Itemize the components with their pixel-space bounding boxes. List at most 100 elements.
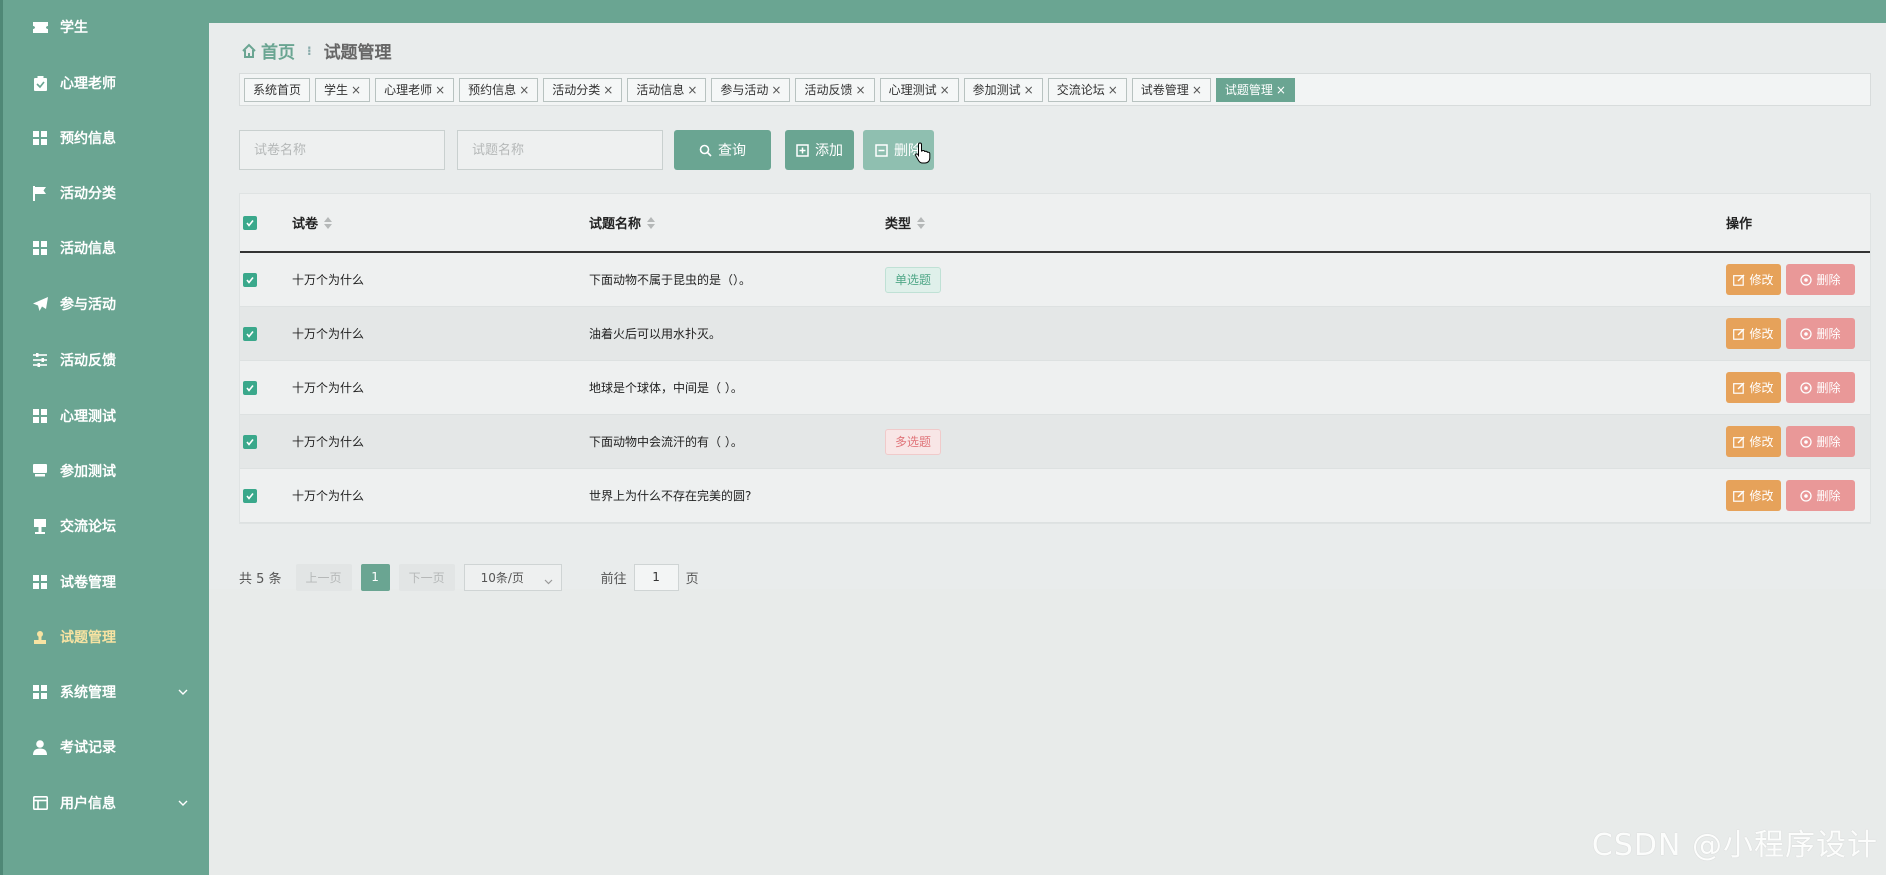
- tab-tag-5[interactable]: 活动信息 ×: [627, 77, 707, 102]
- delete-button-label: 删除: [1816, 273, 1841, 287]
- close-icon[interactable]: ×: [1108, 83, 1118, 97]
- close-icon[interactable]: ×: [856, 83, 866, 97]
- tab-tag-7[interactable]: 活动反馈 ×: [795, 77, 875, 102]
- tab-tag-2[interactable]: 心理老师 ×: [375, 77, 455, 102]
- close-icon[interactable]: ×: [940, 83, 950, 97]
- row-checkbox[interactable]: [243, 434, 257, 449]
- delete-button[interactable]: 删除: [1786, 426, 1855, 457]
- close-icon[interactable]: ×: [519, 83, 529, 97]
- close-icon[interactable]: ×: [351, 83, 361, 97]
- edit-icon: [1733, 274, 1745, 286]
- sidebar-item-0[interactable]: 学生: [0, 7, 209, 47]
- edit-button[interactable]: 修改: [1726, 264, 1781, 295]
- edit-button[interactable]: 修改: [1726, 372, 1781, 403]
- page-number-current[interactable]: 1: [360, 563, 390, 591]
- sort-icon[interactable]: [917, 216, 926, 229]
- sidebar-item-6[interactable]: 活动反馈: [0, 340, 209, 380]
- sidebar-item-1[interactable]: 心理老师: [0, 63, 209, 103]
- circle-close-icon: [1800, 327, 1813, 340]
- header-check-cell: [243, 194, 257, 251]
- tab-tag-label: 活动分类: [552, 83, 601, 97]
- tab-tag-3[interactable]: 预约信息 ×: [459, 77, 539, 102]
- tab-tag-label: 系统首页: [253, 83, 302, 97]
- close-icon[interactable]: ×: [771, 83, 781, 97]
- grid-icon: [32, 574, 48, 590]
- breadcrumb-home[interactable]: 首页: [261, 38, 295, 63]
- window-icon: [32, 795, 48, 811]
- sidebar-item-11[interactable]: 试题管理: [0, 617, 209, 657]
- cell-question: 油着火后可以用水扑灭。: [589, 327, 722, 341]
- edit-button[interactable]: 修改: [1726, 318, 1781, 349]
- tab-tag-0[interactable]: 系统首页: [244, 77, 311, 102]
- sidebar-item-14[interactable]: 用户信息: [0, 783, 209, 823]
- goto-suffix: 页: [685, 571, 699, 587]
- tab-tag-6[interactable]: 参与活动 ×: [711, 77, 791, 102]
- edit-button[interactable]: 修改: [1726, 426, 1781, 457]
- sidebar-item-13[interactable]: 考试记录: [0, 727, 209, 767]
- row-checkbox[interactable]: [243, 488, 257, 503]
- monitor-icon: [32, 463, 48, 479]
- tab-tag-10[interactable]: 交流论坛 ×: [1047, 77, 1127, 102]
- close-icon[interactable]: ×: [1024, 83, 1034, 97]
- tab-tag-12[interactable]: 试题管理 ×: [1215, 77, 1295, 102]
- sidebar-item-7[interactable]: 心理测试: [0, 396, 209, 436]
- prev-page-button[interactable]: 上一页: [295, 563, 352, 591]
- questions-table: 试卷 试题名称 类型 操作 十万个为什么 下面动物不属于昆虫的是（）。 单选题 修改删…: [239, 193, 1871, 524]
- close-icon[interactable]: ×: [603, 83, 613, 97]
- sidebar-item-3[interactable]: 活动分类: [0, 173, 209, 213]
- circle-close-icon: [1800, 435, 1813, 448]
- row-checkbox[interactable]: [243, 326, 257, 341]
- tab-tag-11[interactable]: 试卷管理 ×: [1131, 77, 1211, 102]
- goto-page: 前往 页: [601, 563, 699, 591]
- sidebar-item-10[interactable]: 试卷管理: [0, 562, 209, 602]
- circle-close-icon: [1800, 273, 1813, 286]
- delete-button[interactable]: 删除: [1786, 318, 1855, 349]
- sliders-icon: [32, 352, 48, 368]
- tab-tag-9[interactable]: 参加测试 ×: [963, 77, 1043, 102]
- question-type-badge: 单选题: [885, 266, 942, 293]
- sort-icon[interactable]: [647, 216, 656, 229]
- column-header-type[interactable]: 类型: [885, 194, 926, 251]
- column-header-type-label: 类型: [885, 217, 912, 232]
- delete-button[interactable]: 删除: [1786, 480, 1855, 511]
- row-check-cell: [243, 415, 257, 468]
- row-checkbox[interactable]: [243, 272, 257, 287]
- sidebar-item-9[interactable]: 交流论坛: [0, 506, 209, 546]
- page-size-select[interactable]: 10条/页: [463, 563, 562, 591]
- goto-page-input[interactable]: [633, 563, 679, 591]
- add-button[interactable]: 添加: [785, 130, 854, 170]
- tab-tag-4[interactable]: 活动分类 ×: [543, 77, 623, 102]
- edit-button[interactable]: 修改: [1726, 480, 1781, 511]
- sidebar-item-2[interactable]: 预约信息: [0, 118, 209, 158]
- sidebar-item-8[interactable]: 参加测试: [0, 451, 209, 491]
- tab-tags-bar: 系统首页 学生 × 心理老师 × 预约信息 × 活动分类 × 活动信息 × 参与活动 × 活动反馈 × 心理测…: [239, 73, 1871, 106]
- close-icon[interactable]: ×: [435, 83, 445, 97]
- column-header-paper[interactable]: 试卷: [292, 194, 333, 251]
- close-icon[interactable]: ×: [687, 83, 697, 97]
- sidebar-item-4[interactable]: 活动信息: [0, 228, 209, 268]
- sidebar-item-12[interactable]: 系统管理: [0, 672, 209, 712]
- delete-button[interactable]: 删除: [1786, 372, 1855, 403]
- tab-tag-1[interactable]: 学生 ×: [315, 77, 371, 102]
- tab-tag-8[interactable]: 心理测试 ×: [879, 77, 959, 102]
- paper-name-input[interactable]: [239, 130, 445, 170]
- sort-icon[interactable]: [324, 216, 333, 229]
- home-icon[interactable]: [241, 43, 257, 59]
- sidebar-item-label: 参加测试: [60, 464, 116, 480]
- question-name-input[interactable]: [457, 130, 663, 170]
- query-button[interactable]: 查询: [674, 130, 771, 170]
- tab-tag-label: 活动反馈: [804, 83, 853, 97]
- grid-icon: [32, 240, 48, 256]
- select-all-checkbox[interactable]: [243, 215, 257, 230]
- close-icon[interactable]: ×: [1192, 83, 1202, 97]
- next-page-button[interactable]: 下一页: [398, 563, 455, 591]
- delete-square-icon: [875, 143, 888, 157]
- close-icon[interactable]: ×: [1276, 83, 1286, 97]
- sidebar-item-label: 活动分类: [60, 186, 116, 202]
- edit-button-label: 修改: [1749, 273, 1774, 287]
- sidebar-item-5[interactable]: 参与活动: [0, 284, 209, 324]
- row-checkbox[interactable]: [243, 380, 257, 395]
- column-header-question[interactable]: 试题名称: [589, 194, 656, 251]
- sidebar-item-label: 试题管理: [60, 630, 116, 646]
- delete-button[interactable]: 删除: [1786, 264, 1855, 295]
